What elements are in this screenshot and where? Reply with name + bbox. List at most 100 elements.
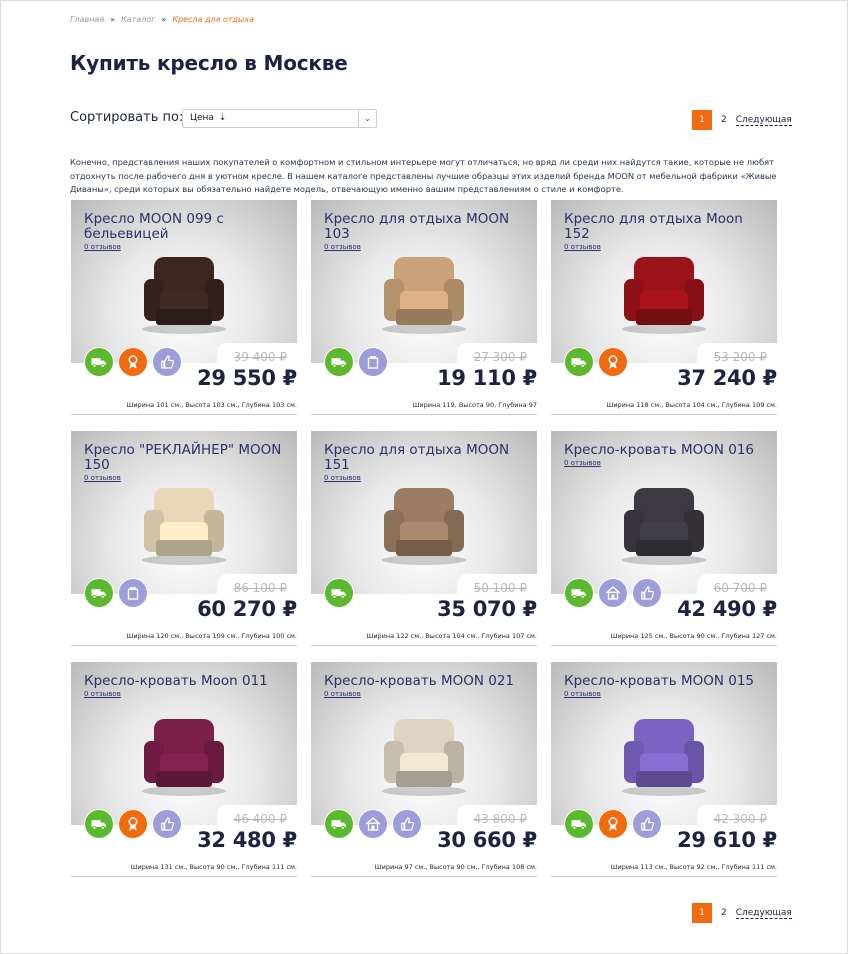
product-name-text[interactable]: Кресло MOON 099 с бельевицей [84, 211, 224, 242]
award-medal-icon[interactable] [598, 809, 628, 839]
product-name-text[interactable]: Кресло для отдыха MOON 103 [324, 211, 509, 242]
armchair-image [382, 488, 466, 565]
delivery-truck-icon[interactable] [324, 809, 354, 839]
armchair-image [142, 719, 226, 796]
page-current[interactable]: 1 [692, 110, 712, 130]
product-photo[interactable]: Кресло для отдыха Moon 152 0 отзывов [551, 200, 777, 363]
thumbs-up-icon[interactable] [632, 578, 662, 608]
product-photo[interactable]: Кресло-кровать MOON 016 0 отзывов [551, 431, 777, 594]
product-photo[interactable]: Кресло "РЕКЛАЙНЕР" MOON 150 0 отзывов [71, 431, 297, 594]
delivery-truck-icon[interactable] [564, 578, 594, 608]
storage-bag-icon[interactable] [358, 347, 388, 377]
thumbs-up-icon[interactable] [152, 809, 182, 839]
product-card[interactable]: Кресло для отдыха MOON 151 0 отзывов 50 … [311, 431, 537, 647]
reviews-link[interactable]: 0 отзывов [564, 690, 764, 699]
current-price: 42 490 ₽ [677, 597, 777, 621]
reviews-link[interactable]: 0 отзывов [84, 690, 284, 699]
breadcrumb: Главная » Каталог » Кресла для отдыха [70, 15, 254, 24]
product-card[interactable]: Кресло "РЕКЛАЙНЕР" MOON 150 0 отзывов 86… [71, 431, 297, 647]
page-link-2[interactable]: 2 [718, 115, 730, 125]
feature-badges [564, 578, 662, 608]
delivery-truck-icon[interactable] [84, 347, 114, 377]
product-dimensions: Ширина 122 см., Высота 104 см., Глубина … [366, 632, 537, 640]
card-divider [71, 876, 297, 877]
feature-badges [84, 809, 182, 839]
product-photo[interactable]: Кресло-кровать Moon 011 0 отзывов [71, 662, 297, 825]
product-dimensions: Ширина 97 см., Высота 90 см., Глубина 10… [374, 863, 537, 871]
product-photo[interactable]: Кресло MOON 099 с бельевицей 0 отзывов [71, 200, 297, 363]
house-icon[interactable] [598, 578, 628, 608]
product-name-text[interactable]: Кресло для отдыха Moon 152 [564, 211, 743, 242]
card-divider [551, 645, 777, 646]
card-divider [71, 414, 297, 415]
product-card[interactable]: Кресло-кровать MOON 021 0 отзывов 43 800… [311, 662, 537, 878]
product-dimensions: Ширина 118 см., Высота 104 см., Глубина … [606, 401, 777, 409]
thumbs-up-icon[interactable] [632, 809, 662, 839]
product-name-text[interactable]: Кресло для отдыха MOON 151 [324, 442, 509, 473]
product-photo[interactable]: Кресло для отдыха MOON 103 0 отзывов [311, 200, 537, 363]
card-divider [551, 414, 777, 415]
pagination-top: 1 2 Следующая [692, 110, 792, 130]
product-name-text[interactable]: Кресло "РЕКЛАЙНЕР" MOON 150 [84, 442, 281, 473]
old-price: 50 100 ₽ [473, 581, 527, 595]
product-card[interactable]: Кресло-кровать MOON 015 0 отзывов 42 300… [551, 662, 777, 878]
armchair-image [622, 488, 706, 565]
page-current[interactable]: 1 [692, 903, 712, 923]
award-medal-icon[interactable] [118, 347, 148, 377]
product-photo[interactable]: Кресло для отдыха MOON 151 0 отзывов [311, 431, 537, 594]
page-link-2[interactable]: 2 [718, 908, 730, 918]
sort-select[interactable]: Цена ⇣ ⌄ [182, 109, 377, 128]
delivery-truck-icon[interactable] [564, 809, 594, 839]
current-price: 19 110 ₽ [437, 366, 537, 390]
product-card[interactable]: Кресло MOON 099 с бельевицей 0 отзывов 3… [71, 200, 297, 416]
product-name[interactable]: Кресло-кровать Moon 011 0 отзывов [84, 674, 284, 699]
product-card[interactable]: Кресло для отдыха MOON 103 0 отзывов 27 … [311, 200, 537, 416]
product-dimensions: Ширина 119, Высота 90, Глубина 97 [412, 401, 537, 409]
house-icon[interactable] [358, 809, 388, 839]
breadcrumb-separator-icon: » [161, 15, 167, 24]
next-page-link[interactable]: Следующая [735, 908, 792, 919]
delivery-truck-icon[interactable] [324, 347, 354, 377]
armchair-image [622, 257, 706, 334]
delivery-truck-icon[interactable] [84, 578, 114, 608]
thumbs-up-icon[interactable] [392, 809, 422, 839]
delivery-truck-icon[interactable] [564, 347, 594, 377]
reviews-link[interactable]: 0 отзывов [564, 459, 764, 468]
product-name-text[interactable]: Кресло-кровать MOON 015 [564, 673, 754, 689]
feature-badges [324, 578, 354, 608]
product-name-text[interactable]: Кресло-кровать MOON 016 [564, 442, 754, 458]
product-name[interactable]: Кресло-кровать MOON 016 0 отзывов [564, 443, 764, 468]
product-card[interactable]: Кресло-кровать Moon 011 0 отзывов 46 400… [71, 662, 297, 878]
card-divider [311, 645, 537, 646]
product-photo[interactable]: Кресло-кровать MOON 021 0 отзывов [311, 662, 537, 825]
breadcrumb-separator-icon: » [110, 15, 116, 24]
next-page-link[interactable]: Следующая [735, 115, 792, 126]
reviews-link[interactable]: 0 отзывов [324, 690, 524, 699]
old-price: 60 700 ₽ [713, 581, 767, 595]
pagination-bottom: 1 2 Следующая [692, 903, 792, 923]
feature-badges [324, 347, 388, 377]
feature-badges [324, 809, 422, 839]
feature-badges [564, 809, 662, 839]
thumbs-up-icon[interactable] [152, 347, 182, 377]
card-divider [311, 876, 537, 877]
product-name-text[interactable]: Кресло-кровать MOON 021 [324, 673, 514, 689]
storage-bag-icon[interactable] [118, 578, 148, 608]
delivery-truck-icon[interactable] [84, 809, 114, 839]
product-card[interactable]: Кресло-кровать MOON 016 0 отзывов 60 700… [551, 431, 777, 647]
product-name-text[interactable]: Кресло-кровать Moon 011 [84, 673, 268, 689]
product-card[interactable]: Кресло для отдыха Moon 152 0 отзывов 53 … [551, 200, 777, 416]
award-medal-icon[interactable] [118, 809, 148, 839]
card-divider [71, 645, 297, 646]
delivery-truck-icon[interactable] [324, 578, 354, 608]
chevron-down-icon[interactable]: ⌄ [358, 110, 376, 127]
award-medal-icon[interactable] [598, 347, 628, 377]
breadcrumb-home[interactable]: Главная [70, 15, 104, 24]
product-dimensions: Ширина 120 см., Высота 109 см., Глубина … [126, 632, 297, 640]
product-name[interactable]: Кресло-кровать MOON 021 0 отзывов [324, 674, 524, 699]
sort-value: Цена [190, 113, 214, 123]
product-name[interactable]: Кресло-кровать MOON 015 0 отзывов [564, 674, 764, 699]
current-price: 60 270 ₽ [197, 597, 297, 621]
breadcrumb-catalog[interactable]: Каталог [121, 15, 155, 24]
product-photo[interactable]: Кресло-кровать MOON 015 0 отзывов [551, 662, 777, 825]
